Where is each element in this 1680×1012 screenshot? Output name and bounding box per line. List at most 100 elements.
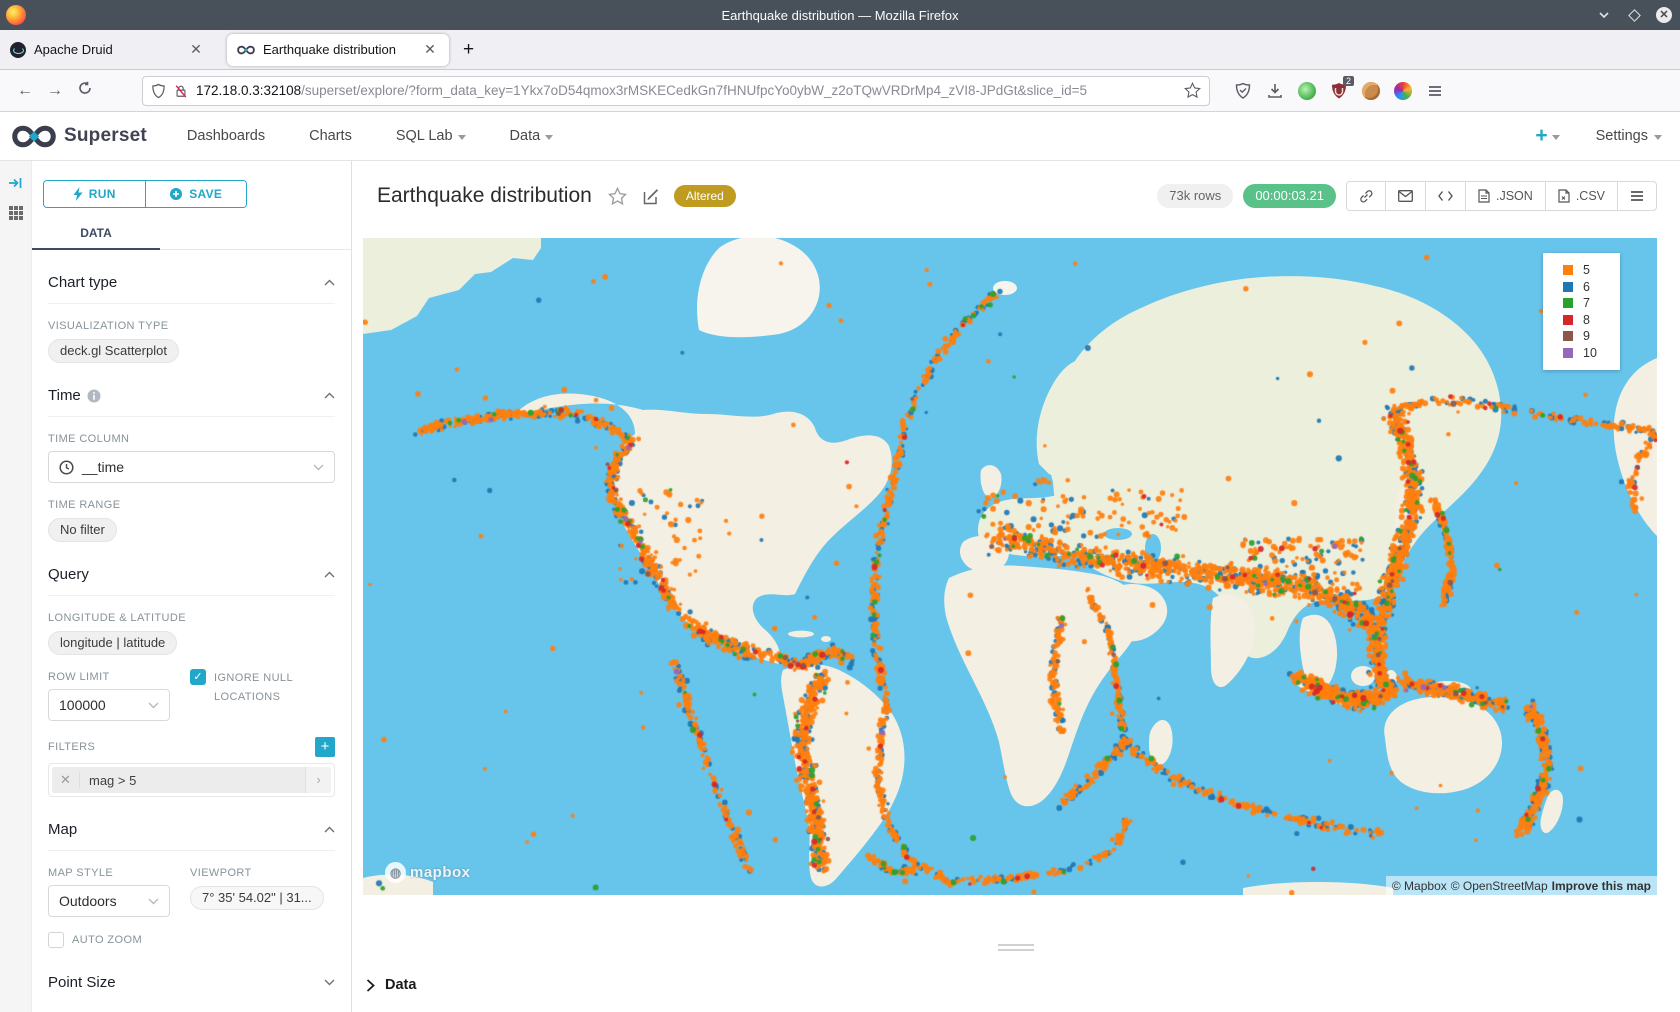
ignore-null-checkbox[interactable]: ✓	[190, 669, 206, 685]
time-column-select[interactable]: __time	[48, 451, 335, 483]
window-title: Earthquake distribution — Mozilla Firefo…	[0, 8, 1680, 23]
remove-filter-icon[interactable]: ✕	[52, 772, 80, 788]
tab-bar: Apache Druid ✕ Earthquake distribution ✕…	[0, 30, 1680, 70]
minimize-icon[interactable]	[1596, 7, 1612, 23]
colorful-extension-icon[interactable]	[1394, 82, 1412, 100]
edit-pencil-icon[interactable]	[643, 188, 660, 205]
hamburger-menu-icon[interactable]	[1426, 82, 1444, 100]
attrib-improve-link[interactable]: Improve this map	[1552, 879, 1651, 893]
back-icon[interactable]: ←	[10, 82, 40, 100]
section-title: Chart type	[48, 274, 117, 291]
attrib-osm-link[interactable]: © OpenStreetMap	[1451, 879, 1548, 893]
section-query[interactable]: Query	[48, 542, 335, 596]
panel-tabs: DATA	[32, 223, 351, 250]
superset-brand[interactable]: Superset	[12, 125, 147, 148]
map-attribution: © Mapbox © OpenStreetMap Improve this ma…	[1386, 876, 1657, 895]
legend-label: 5	[1583, 263, 1590, 277]
legend-label: 9	[1583, 329, 1590, 343]
row-limit-select[interactable]: 100000	[48, 689, 170, 721]
dataset-rail	[0, 161, 32, 1012]
tab-apache-druid[interactable]: Apache Druid ✕	[0, 34, 215, 66]
map-style-select[interactable]: Outdoors	[48, 885, 170, 917]
maximize-icon[interactable]	[1626, 7, 1642, 23]
email-button[interactable]	[1386, 182, 1426, 210]
viz-type-pill[interactable]: deck.gl Scatterplot	[48, 339, 179, 363]
altered-badge[interactable]: Altered	[674, 185, 736, 207]
legend-item: 7	[1563, 295, 1620, 312]
url-input[interactable]: 172.18.0.3:32108 /superset/explore/?form…	[142, 76, 1210, 106]
chart-title: Earthquake distribution	[377, 184, 592, 208]
auto-zoom-checkbox[interactable]	[48, 932, 64, 948]
chevron-up-icon	[324, 392, 335, 399]
legend-label: 10	[1583, 346, 1597, 360]
tab-data[interactable]: DATA	[32, 223, 160, 250]
filter-expand-icon[interactable]: ›	[305, 767, 331, 793]
forward-icon[interactable]: →	[40, 82, 70, 100]
section-point-size[interactable]: Point Size	[48, 950, 335, 1003]
query-timer-badge: 00:00:03.21	[1243, 184, 1336, 208]
nav-item-data[interactable]: Data	[510, 128, 554, 144]
csv-file-button[interactable]: .CSV	[1546, 182, 1618, 210]
datasource-grid-icon[interactable]	[8, 205, 24, 221]
legend-swatch	[1563, 315, 1573, 325]
resize-handle[interactable]	[998, 944, 1034, 954]
section-map[interactable]: Map	[48, 797, 335, 851]
nav-item-dashboards[interactable]: Dashboards	[187, 128, 265, 144]
plus-icon: +	[1535, 124, 1547, 148]
chevron-down-icon	[458, 135, 466, 140]
insecure-lock-icon[interactable]	[174, 83, 188, 99]
viz-type-label: VISUALIZATION TYPE	[48, 320, 335, 332]
nav-item-charts[interactable]: Charts	[309, 128, 352, 144]
data-panel-label: Data	[385, 977, 416, 993]
tracking-shield-icon[interactable]	[151, 83, 166, 99]
chevron-down-icon	[545, 135, 553, 140]
cookie-extension-icon[interactable]	[1362, 82, 1380, 100]
lonlat-pill[interactable]: longitude | latitude	[48, 631, 177, 655]
scatter-canvas[interactable]	[363, 238, 1657, 895]
clock-icon	[59, 460, 74, 475]
url-host: 172.18.0.3:32108	[196, 83, 301, 98]
info-icon	[87, 389, 101, 403]
embed-button[interactable]	[1426, 182, 1466, 210]
json-file-button[interactable]: .JSON	[1466, 182, 1546, 210]
section-time[interactable]: Time	[48, 363, 335, 417]
legend-swatch	[1563, 331, 1573, 341]
chevron-down-icon	[148, 898, 159, 905]
tab-close-icon[interactable]: ✕	[187, 41, 205, 58]
close-icon[interactable]: ✕	[1656, 7, 1672, 23]
deckgl-map[interactable]: 5678910 ◍ mapbox © Mapbox © OpenStreetMa…	[363, 238, 1657, 895]
pocket-shield-icon[interactable]	[1234, 82, 1252, 100]
data-panel-toggle[interactable]: Data	[366, 977, 416, 993]
new-tab-icon[interactable]: +	[463, 39, 474, 61]
expand-panel-icon[interactable]	[8, 175, 24, 191]
menu-button[interactable]	[1618, 182, 1656, 210]
legend-swatch	[1563, 298, 1573, 308]
extension-badge: 2	[1343, 76, 1354, 86]
save-button[interactable]: SAVE	[145, 181, 247, 207]
legend-item: 6	[1563, 279, 1620, 296]
mapbox-logo[interactable]: ◍ mapbox	[385, 862, 471, 883]
section-title: Time	[48, 387, 81, 404]
run-button[interactable]: RUN	[44, 181, 145, 207]
add-filter-button[interactable]: +	[315, 737, 335, 757]
favorite-star-icon[interactable]	[608, 187, 627, 206]
tab-earthquake-distribution[interactable]: Earthquake distribution ✕	[227, 34, 449, 66]
extension-green-icon[interactable]	[1298, 82, 1316, 100]
reload-icon[interactable]	[70, 81, 100, 100]
bookmark-star-icon[interactable]	[1184, 82, 1201, 99]
tab-close-icon[interactable]: ✕	[421, 41, 439, 58]
download-icon[interactable]	[1266, 82, 1284, 100]
chevron-up-icon	[324, 571, 335, 578]
filter-item[interactable]: ✕ mag > 5 ›	[48, 763, 335, 797]
nav-item-sql-lab[interactable]: SQL Lab	[396, 128, 466, 144]
section-chart-type[interactable]: Chart type	[48, 250, 335, 304]
control-panel: RUN SAVE DATA Chart type VISUALIZATION T…	[32, 161, 352, 1012]
add-new-button[interactable]: +	[1535, 124, 1559, 148]
attrib-mapbox-link[interactable]: © Mapbox	[1392, 879, 1447, 893]
time-range-pill[interactable]: No filter	[48, 518, 117, 542]
settings-menu[interactable]: Settings	[1596, 128, 1662, 144]
link-button[interactable]	[1347, 182, 1386, 210]
ignore-null-label-2: LOCATIONS	[214, 691, 280, 703]
extension-ublock-icon[interactable]: 2	[1330, 82, 1348, 100]
viewport-pill[interactable]: 7° 35' 54.02" | 31...	[190, 886, 324, 910]
